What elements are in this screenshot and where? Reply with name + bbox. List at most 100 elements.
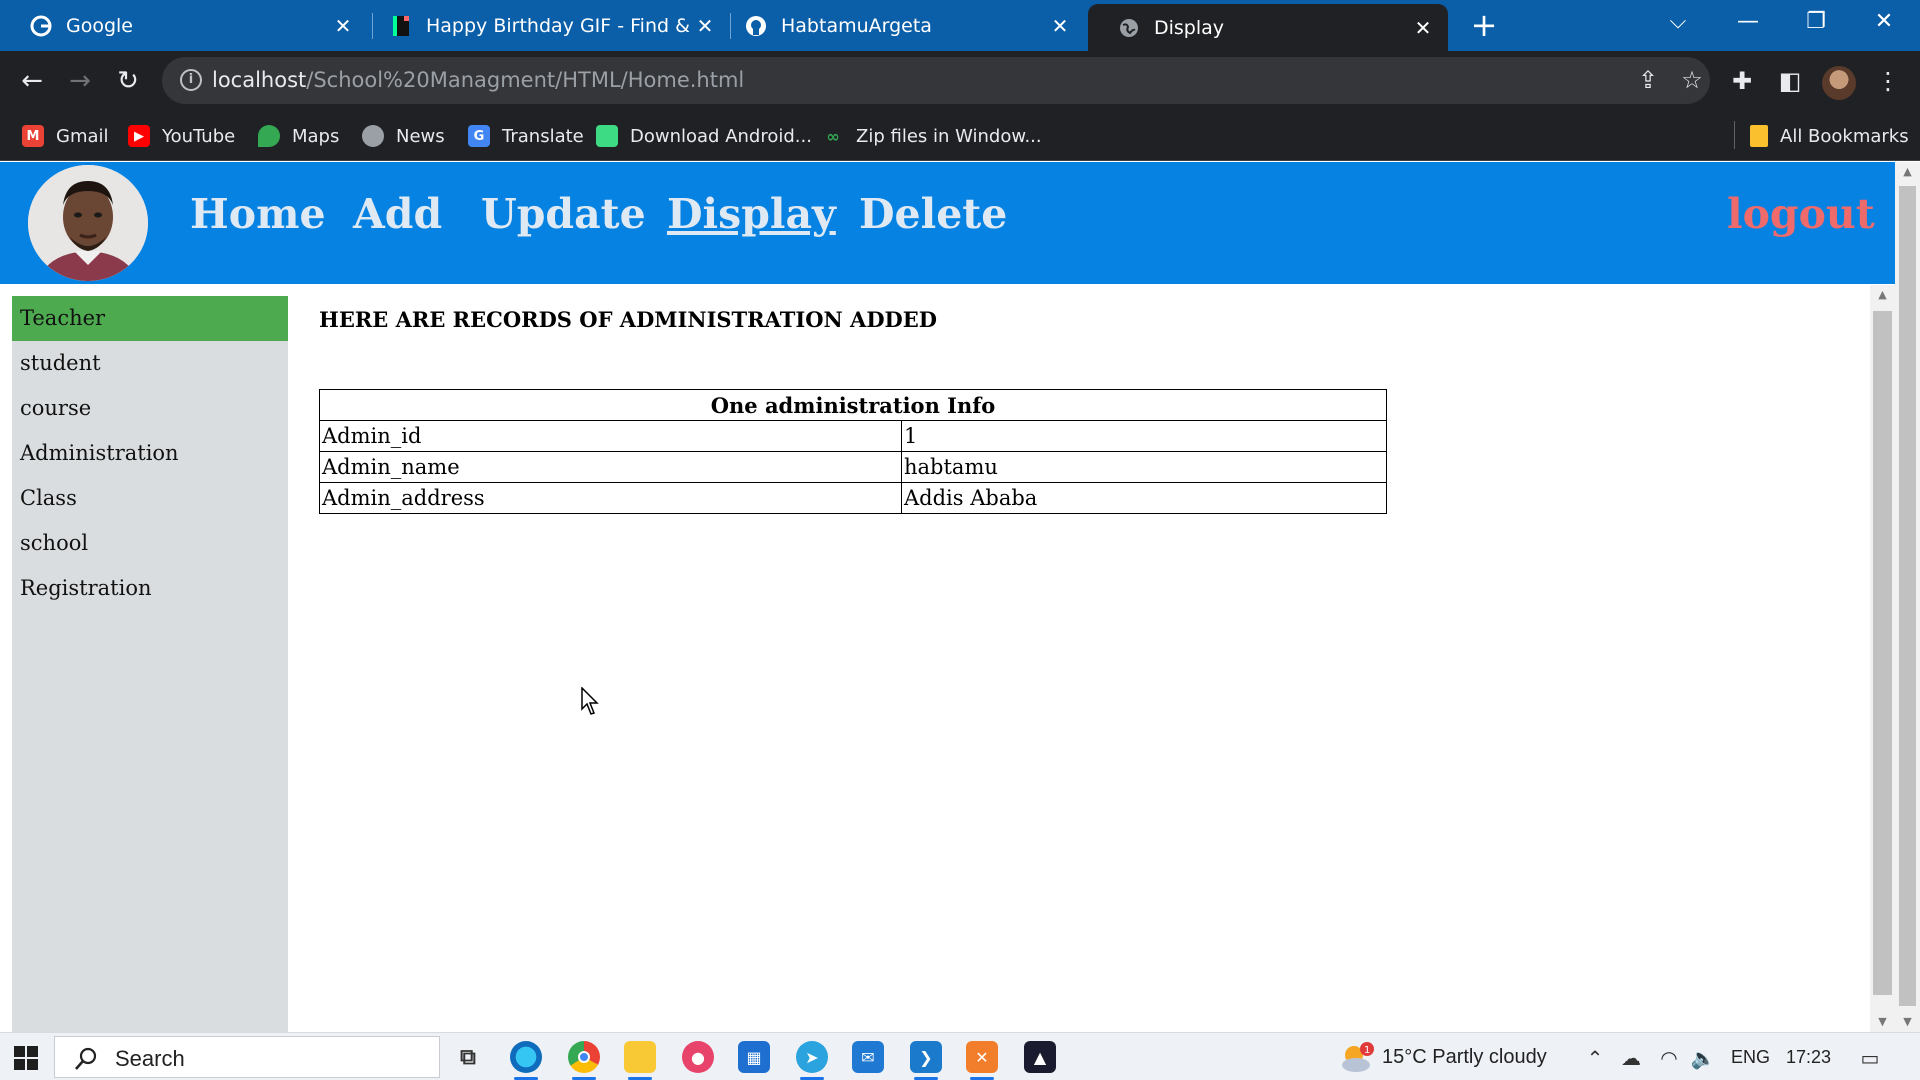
close-tab-icon[interactable]: ✕ [1408, 16, 1438, 40]
bookmark-star-icon[interactable]: ☆ [1674, 62, 1710, 98]
profile-avatar[interactable] [1822, 66, 1856, 100]
bookmark-download-android[interactable]: Download Android... [596, 123, 812, 149]
bookmark-zip-files[interactable]: ∞ Zip files in Window... [822, 123, 1042, 149]
tab-display[interactable]: Display ✕ [1088, 4, 1448, 51]
nav-home[interactable]: Home [190, 190, 326, 238]
taskbar-search-box[interactable]: Search [54, 1036, 440, 1078]
tab-happy-birthday[interactable]: Happy Birthday GIF - Find & Sha ✕ [360, 0, 730, 51]
scroll-down-icon[interactable]: ▼ [1870, 1012, 1895, 1032]
store-icon[interactable]: ▦ [738, 1041, 770, 1073]
back-button[interactable]: ← [14, 63, 50, 99]
extensions-icon[interactable]: ✚ [1724, 63, 1760, 99]
android-icon [596, 125, 618, 147]
bookmark-label: Gmail [56, 125, 109, 147]
sidebar-item-student[interactable]: student [12, 341, 288, 386]
table-cell-value: Addis Ababa [901, 482, 1387, 514]
weather-text[interactable]: 15°C Partly cloudy [1382, 1046, 1547, 1069]
reload-button[interactable]: ↻ [110, 63, 146, 99]
sidebar-item-class[interactable]: Class [12, 476, 288, 521]
scroll-thumb[interactable] [1899, 186, 1916, 1006]
nav-display[interactable]: Display [667, 190, 836, 238]
admin-info-table: One administration Info Admin_id 1 Admin… [319, 389, 1387, 514]
task-view-icon[interactable]: ⧉ [452, 1041, 484, 1073]
chrome-icon[interactable] [568, 1041, 600, 1073]
all-bookmarks[interactable]: All Bookmarks [1750, 123, 1909, 149]
tab-google[interactable]: Google ✕ [0, 0, 368, 51]
minimize-button[interactable]: — [1718, 0, 1778, 44]
address-bar[interactable]: i localhost/School%20Managment/HTML/Home… [162, 57, 1710, 104]
bookmark-gmail[interactable]: M Gmail [22, 123, 109, 149]
xampp-icon[interactable]: ✕ [966, 1041, 998, 1073]
tab-title: Google [66, 14, 134, 37]
bookmark-youtube[interactable]: ▶ YouTube [128, 123, 235, 149]
volume-icon[interactable]: 🔈 [1690, 1045, 1716, 1071]
nav-delete[interactable]: Delete [859, 190, 1007, 238]
scroll-down-icon[interactable]: ▼ [1895, 1012, 1920, 1032]
bookmarks-divider [1734, 121, 1735, 149]
sidebar-item-course[interactable]: course [12, 386, 288, 431]
tab-title: Happy Birthday GIF - Find & Sha [426, 14, 690, 37]
tab-search-icon[interactable]: ⌵ [1648, 0, 1708, 44]
weather-badge: 1 [1364, 1045, 1370, 1056]
scroll-thumb[interactable] [1873, 311, 1892, 995]
bookmark-news[interactable]: News [362, 123, 445, 149]
table-header-row: One administration Info [319, 389, 1387, 421]
close-window-button[interactable]: ✕ [1854, 0, 1914, 44]
url-text[interactable]: localhost/School%20Managment/HTML/Home.h… [212, 68, 744, 92]
sidebar-item-teacher[interactable]: Teacher [12, 296, 288, 341]
onedrive-icon[interactable]: ☁ [1618, 1045, 1644, 1071]
bookmark-label: YouTube [162, 125, 236, 147]
sidebar-item-school[interactable]: school [12, 521, 288, 566]
bookmark-label: Translate [502, 125, 584, 147]
nav-add[interactable]: Add [353, 190, 442, 238]
bookmark-translate[interactable]: G Translate [468, 123, 584, 149]
google-icon [30, 15, 52, 37]
taskbar: Search ⧉ ● ▦ ➤ ✉ ❯ ✕ ▲ 1 15°C Partly clo… [0, 1032, 1920, 1080]
clock[interactable]: 17:23 [1786, 1047, 1831, 1068]
windows-start-icon[interactable] [14, 1046, 38, 1070]
file-explorer-icon[interactable] [624, 1041, 656, 1073]
restore-button[interactable]: ❐ [1786, 0, 1846, 44]
sidebar-item-registration[interactable]: Registration [12, 566, 288, 611]
telegram-icon[interactable]: ➤ [796, 1041, 828, 1073]
all-bookmarks-label: All Bookmarks [1780, 125, 1909, 147]
new-tab-button[interactable]: + [1466, 8, 1502, 44]
scroll-up-icon[interactable]: ▲ [1895, 162, 1920, 182]
tab-github[interactable]: HabtamuArgeta ✕ [715, 0, 1085, 51]
site-info-icon[interactable]: i [180, 69, 202, 91]
forward-button[interactable]: → [62, 63, 98, 99]
close-tab-icon[interactable]: ✕ [1045, 14, 1075, 38]
table-cell-key: Admin_id [319, 420, 902, 452]
youtube-icon: ▶ [128, 125, 150, 147]
side-panel-icon[interactable]: ◧ [1772, 63, 1808, 99]
bookmark-maps[interactable]: Maps [258, 123, 339, 149]
search-icon [73, 1046, 99, 1072]
notifications-icon[interactable]: ▭ [1857, 1045, 1883, 1071]
chevron-up-icon[interactable]: ⌃ [1582, 1045, 1608, 1071]
language-indicator[interactable]: ENG [1731, 1047, 1770, 1068]
close-tab-icon[interactable]: ✕ [328, 14, 358, 38]
vscode-icon[interactable]: ❯ [910, 1041, 942, 1073]
user-avatar [28, 165, 148, 281]
share-icon[interactable]: ⇪ [1630, 62, 1666, 98]
mail-icon[interactable]: ✉ [852, 1041, 884, 1073]
bookmark-label: Zip files in Window... [856, 125, 1042, 147]
nav-update[interactable]: Update [481, 190, 646, 238]
tab-title: Display [1154, 16, 1225, 39]
tab-strip: Google ✕ Happy Birthday GIF - Find & Sha… [0, 0, 1920, 51]
bookmark-label: News [396, 125, 445, 147]
wifi-icon[interactable]: ◠ [1656, 1045, 1682, 1071]
logout-link[interactable]: logout [1727, 190, 1875, 238]
recorder-icon[interactable]: ● [682, 1041, 714, 1073]
search-placeholder: Search [115, 1046, 185, 1071]
scroll-up-icon[interactable]: ▲ [1870, 285, 1895, 305]
menu-icon[interactable]: ⋮ [1870, 63, 1906, 99]
page-heading: HERE ARE RECORDS OF ADMINISTRATION ADDED [319, 307, 937, 332]
edge-icon[interactable] [510, 1041, 542, 1073]
bookmarks-bar: M Gmail ▶ YouTube Maps News G Translate … [0, 111, 1920, 161]
sidebar-item-administration[interactable]: Administration [12, 431, 288, 476]
weather-icon[interactable]: 1 [1338, 1041, 1374, 1075]
page-scrollbar[interactable]: ▲ ▼ [1895, 162, 1920, 1032]
content-scrollbar[interactable]: ▲ ▼ [1870, 285, 1895, 1032]
adobe-icon[interactable]: ▲ [1024, 1041, 1056, 1073]
